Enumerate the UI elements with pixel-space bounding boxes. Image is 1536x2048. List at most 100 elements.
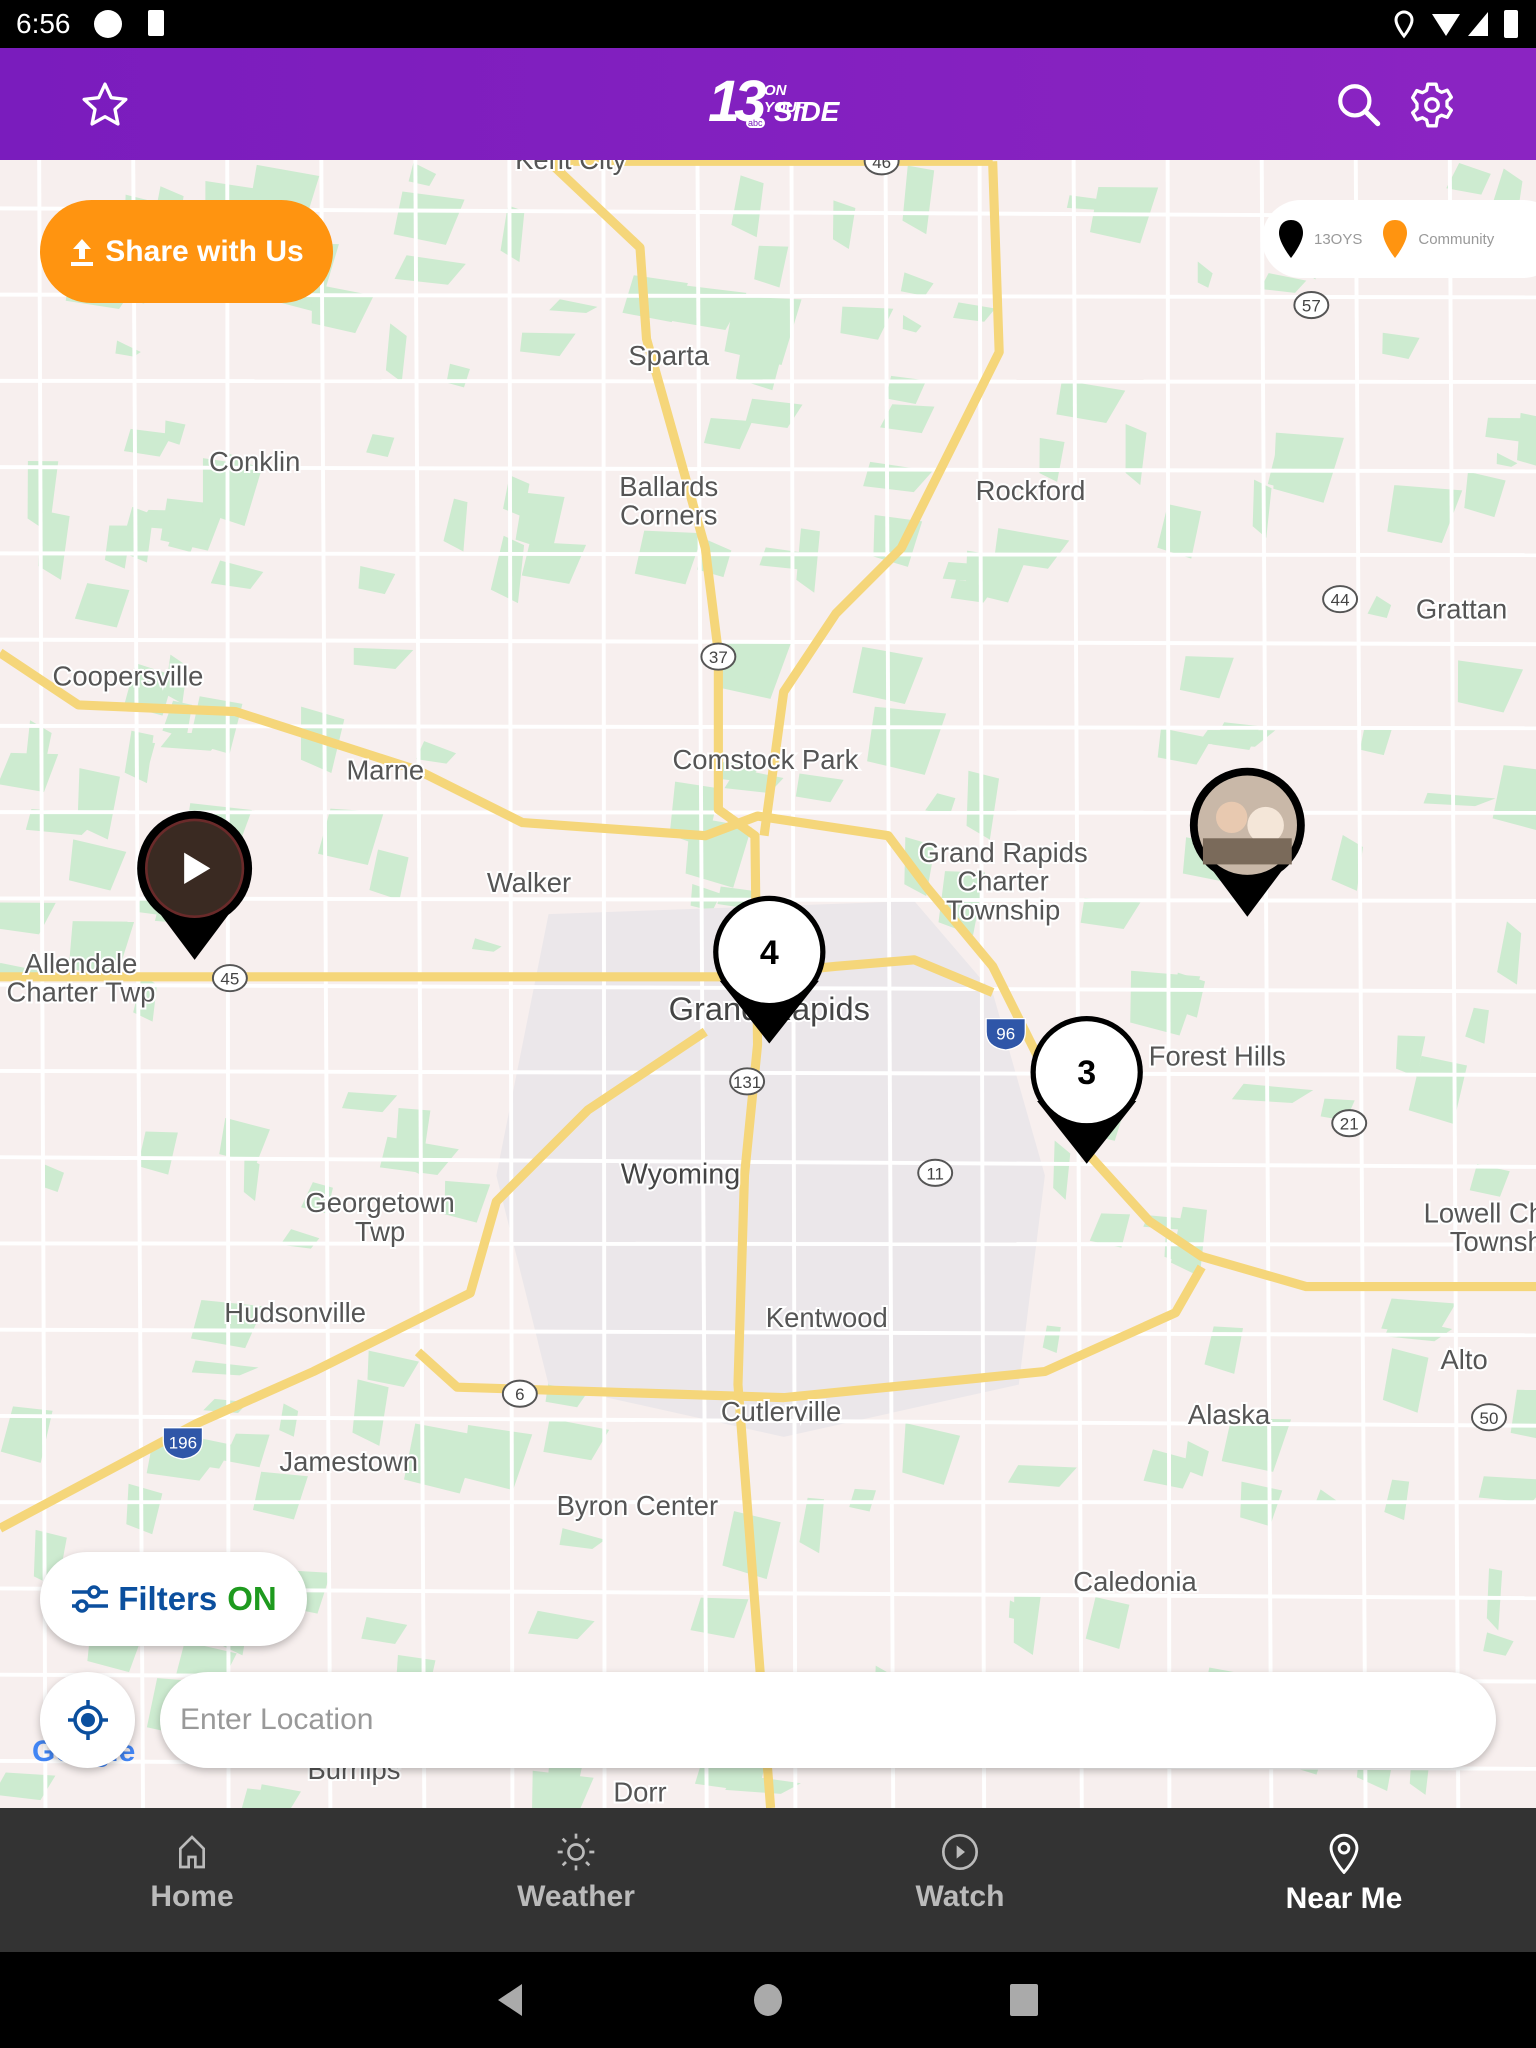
- route-shield: 21: [1331, 1109, 1368, 1138]
- map-label: Alaska: [1188, 1399, 1271, 1430]
- park-area: [126, 1483, 163, 1535]
- map-label: Alto: [1441, 1344, 1488, 1375]
- park-area: [1013, 1593, 1041, 1655]
- park-area: [867, 706, 947, 775]
- park-area: [443, 498, 468, 552]
- street: [0, 1068, 1536, 1077]
- park-area: [367, 1350, 419, 1387]
- route-shield-number: 131: [733, 1073, 761, 1092]
- park-area: [1423, 792, 1496, 807]
- share-label: Share with Us: [105, 234, 304, 268]
- park-area: [863, 461, 933, 493]
- park-area: [1056, 380, 1126, 423]
- map-label: Corners: [620, 500, 718, 531]
- park-area: [832, 200, 856, 250]
- system-navigation: [0, 1952, 1536, 2048]
- map-label: Twp: [355, 1216, 405, 1247]
- crosshair-icon: [67, 1700, 108, 1740]
- street: [0, 637, 1536, 647]
- map-label: Allendale: [25, 948, 138, 979]
- map-label: Lowell Charter: [1424, 1198, 1536, 1229]
- street: [319, 160, 333, 1808]
- back-icon[interactable]: [494, 1982, 524, 2018]
- park-area: [1497, 921, 1522, 985]
- park-area: [1157, 504, 1202, 559]
- map-label: Kent City: [515, 160, 627, 175]
- route-shield-number: 21: [1340, 1115, 1359, 1134]
- park-area: [900, 272, 934, 297]
- route-shield-number: 37: [709, 648, 728, 667]
- park-area: [690, 1597, 749, 1639]
- park-area: [385, 323, 407, 383]
- search-icon[interactable]: [1334, 80, 1384, 130]
- street: [0, 1241, 1536, 1247]
- map-label: Jamestown: [279, 1446, 418, 1477]
- park-area: [521, 541, 587, 584]
- status-bar: 6:56: [0, 0, 1536, 48]
- park-area: [280, 1229, 320, 1249]
- park-area: [252, 1471, 308, 1520]
- park-area: [1042, 1325, 1061, 1353]
- street: [0, 378, 1536, 384]
- route-shield: 46: [863, 160, 900, 176]
- street: [0, 723, 1536, 731]
- route-shield-number: 50: [1480, 1409, 1499, 1428]
- filters-button[interactable]: Filters ON: [40, 1552, 307, 1646]
- route-shield-number: 11: [926, 1164, 944, 1183]
- video-marker[interactable]: [137, 810, 253, 960]
- recents-icon[interactable]: [1008, 1982, 1040, 2018]
- nav-watch[interactable]: Watch: [768, 1808, 1152, 1952]
- map-label: Township: [1450, 1226, 1536, 1257]
- map-label: Grattan: [1416, 594, 1507, 625]
- nav-label: Home: [150, 1880, 234, 1913]
- park-area: [1085, 1597, 1130, 1649]
- park-area: [953, 302, 996, 322]
- filters-state: ON: [227, 1580, 277, 1617]
- park-area: [361, 1617, 408, 1644]
- park-area: [317, 808, 384, 866]
- nav-label: Watch: [915, 1880, 1005, 1913]
- park-area: [353, 647, 414, 669]
- park-area: [725, 1773, 801, 1794]
- my-location-button[interactable]: [40, 1672, 135, 1768]
- location-input[interactable]: [160, 1672, 1496, 1768]
- nav-label: Near Me: [1285, 1882, 1403, 1915]
- map-label: Ballards: [619, 471, 718, 502]
- park-area: [1382, 332, 1420, 359]
- upload-icon: [71, 238, 94, 266]
- park-area: [1510, 1389, 1536, 1439]
- park-area: [0, 752, 59, 792]
- park-area: [1457, 660, 1524, 713]
- park-area: [515, 492, 565, 552]
- home-circle-icon[interactable]: [752, 1982, 784, 2018]
- nav-weather[interactable]: Weather: [384, 1808, 768, 1952]
- park-area: [703, 418, 753, 450]
- location-pin-icon: [1329, 1833, 1359, 1874]
- photo-marker[interactable]: [1189, 767, 1305, 917]
- notification-icons: [94, 10, 164, 38]
- map-label: Charter: [957, 866, 1048, 897]
- pin-community-icon: [1383, 220, 1408, 258]
- star-icon[interactable]: [80, 80, 130, 130]
- share-with-us-button[interactable]: Share with Us: [40, 200, 333, 303]
- park-area: [796, 528, 820, 593]
- nav-near-me[interactable]: Near Me: [1152, 1808, 1536, 1952]
- park-area: [191, 1360, 259, 1376]
- map-label: Hudsonville: [224, 1297, 366, 1328]
- cluster-marker[interactable]: 3: [1030, 1016, 1143, 1164]
- park-area: [849, 1488, 876, 1512]
- route-shield: 96: [985, 1017, 1026, 1051]
- nav-home[interactable]: Home: [0, 1808, 384, 1952]
- gear-icon[interactable]: [1407, 80, 1457, 130]
- park-area: [1446, 163, 1491, 195]
- home-icon: [179, 1835, 205, 1869]
- map-label: Rockford: [976, 475, 1086, 506]
- street: [1259, 160, 1274, 1808]
- park-area: [527, 1610, 595, 1640]
- park-area: [902, 1423, 961, 1485]
- park-area: [137, 1131, 178, 1175]
- route-shield-number: 57: [1302, 297, 1321, 316]
- map-label: Dorr: [613, 1776, 666, 1807]
- legend-label: 13OYS: [1314, 230, 1363, 248]
- logo-line2: SIDE: [774, 96, 840, 127]
